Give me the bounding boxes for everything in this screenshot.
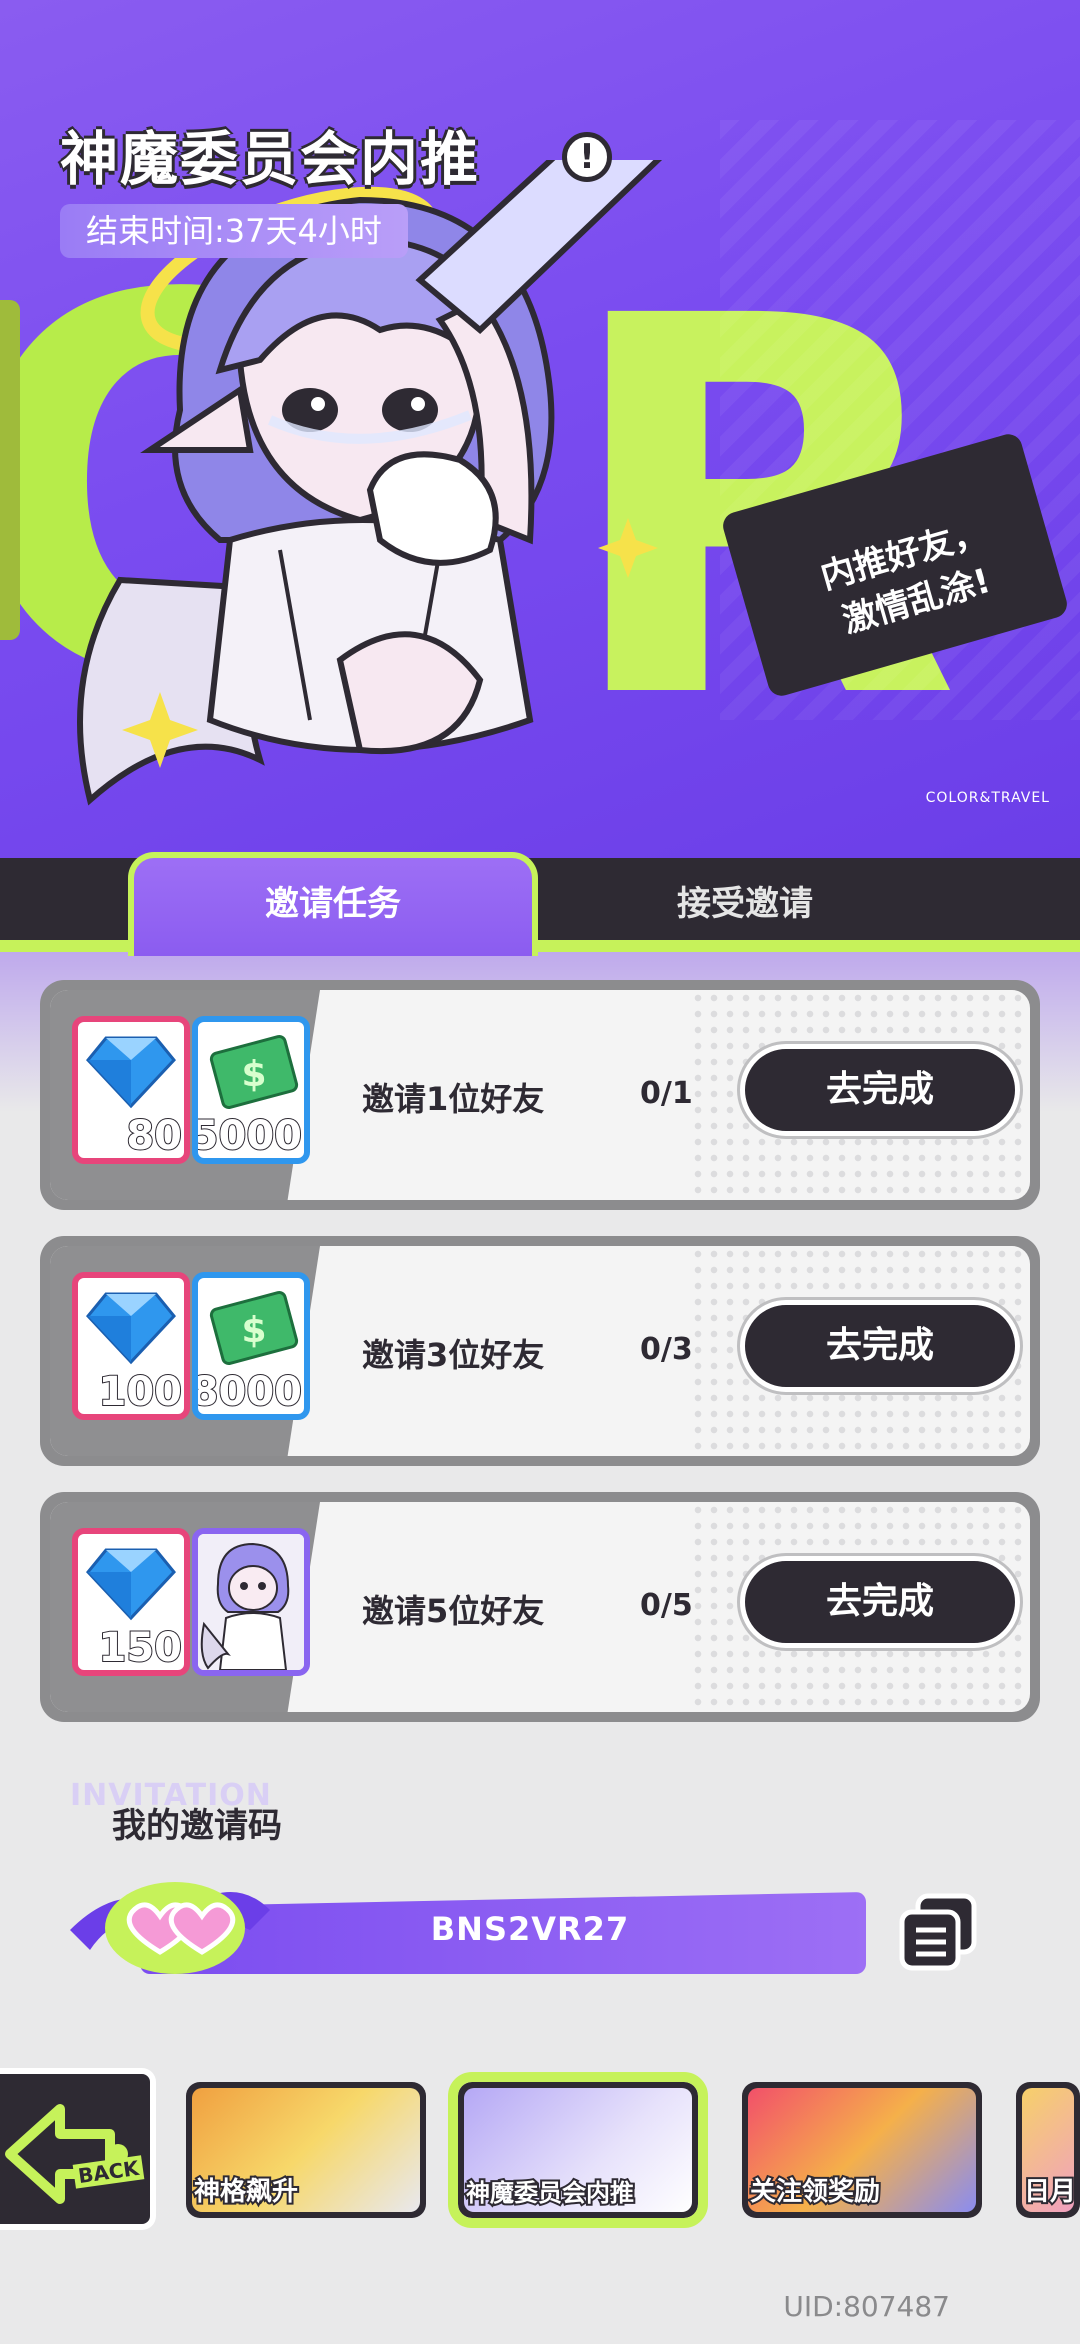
- reward-cash[interactable]: $ 5000: [192, 1016, 310, 1164]
- character-portrait-icon: [198, 1534, 304, 1670]
- nav-card-event-1[interactable]: 神格飙升: [186, 2082, 426, 2218]
- svg-text:$: $: [241, 1054, 266, 1095]
- reward-amount: 150: [98, 1625, 183, 1671]
- copy-icon[interactable]: [896, 1890, 980, 1974]
- event-banner: O R 神魔委员会内推 !: [0, 0, 1080, 870]
- task-progress: 0/3: [640, 1332, 693, 1367]
- nav-card-label: 神魔委员会内推: [464, 2177, 636, 2209]
- invite-code-title: 我的邀请码: [112, 1806, 282, 1846]
- reward-diamond[interactable]: 150: [72, 1528, 190, 1676]
- cash-icon: $: [209, 1034, 299, 1110]
- go-complete-button[interactable]: 去完成: [737, 1297, 1023, 1395]
- task-progress: 0/5: [640, 1588, 693, 1623]
- back-arrow-icon: [5, 2104, 128, 2204]
- task-card: 100 $ 8000 邀请3位好友 0/3 去完成: [40, 1236, 1040, 1466]
- task-card: 80 $ 5000 邀请1位好友 0/1 去完成: [40, 980, 1040, 1210]
- reward-cash[interactable]: $ 8000: [192, 1272, 310, 1420]
- reward-amount: 5000: [192, 1113, 303, 1159]
- svg-text:$: $: [241, 1310, 266, 1351]
- diamond-icon: [86, 1292, 176, 1365]
- reward-amount: 8000: [192, 1369, 303, 1415]
- nav-card-event-4[interactable]: 日月: [1016, 2082, 1080, 2218]
- diamond-icon: [86, 1036, 176, 1109]
- go-complete-button[interactable]: 去完成: [737, 1041, 1023, 1139]
- info-button[interactable]: !: [562, 132, 612, 182]
- brand-logo: COLOR&TRAVEL: [925, 790, 1050, 806]
- task-label: 邀请5位好友: [362, 1592, 545, 1630]
- task-progress: 0/1: [640, 1076, 693, 1111]
- diamond-icon: [86, 1548, 176, 1621]
- side-drawer-handle[interactable]: [0, 300, 20, 640]
- event-end-time: 结束时间:37天4小时: [60, 204, 408, 258]
- task-label: 邀请1位好友: [362, 1080, 545, 1118]
- task-label: 邀请3位好友: [362, 1336, 545, 1374]
- tab-invite-tasks[interactable]: 邀请任务: [128, 852, 538, 956]
- tab-accept-invite[interactable]: 接受邀请: [540, 858, 950, 950]
- nav-card-label: 日月: [1022, 2175, 1078, 2209]
- character-illustration: [77, 160, 663, 806]
- heart-wings-icon: [70, 1882, 270, 1974]
- event-title: 神魔委员会内推: [60, 125, 481, 193]
- back-button[interactable]: [0, 2068, 156, 2230]
- invite-code-value[interactable]: BNS2VR27: [380, 1910, 680, 1948]
- reward-character[interactable]: [192, 1528, 310, 1676]
- reward-amount: 100: [98, 1369, 183, 1415]
- reward-amount: 80: [125, 1113, 183, 1159]
- nav-card-label: 神格飙升: [192, 2175, 300, 2209]
- cash-icon: $: [209, 1290, 299, 1366]
- user-id: UID:807487: [783, 2290, 950, 2323]
- nav-card-label: 关注领奖励: [748, 2175, 882, 2209]
- nav-card-event-2[interactable]: 神魔委员会内推: [448, 2072, 708, 2228]
- task-card: 150 邀请5位好友 0/5 去完成: [40, 1492, 1040, 1722]
- go-complete-button[interactable]: 去完成: [737, 1553, 1023, 1651]
- nav-card-event-3[interactable]: 关注领奖励: [742, 2082, 982, 2218]
- reward-diamond[interactable]: 100: [72, 1272, 190, 1420]
- reward-diamond[interactable]: 80: [72, 1016, 190, 1164]
